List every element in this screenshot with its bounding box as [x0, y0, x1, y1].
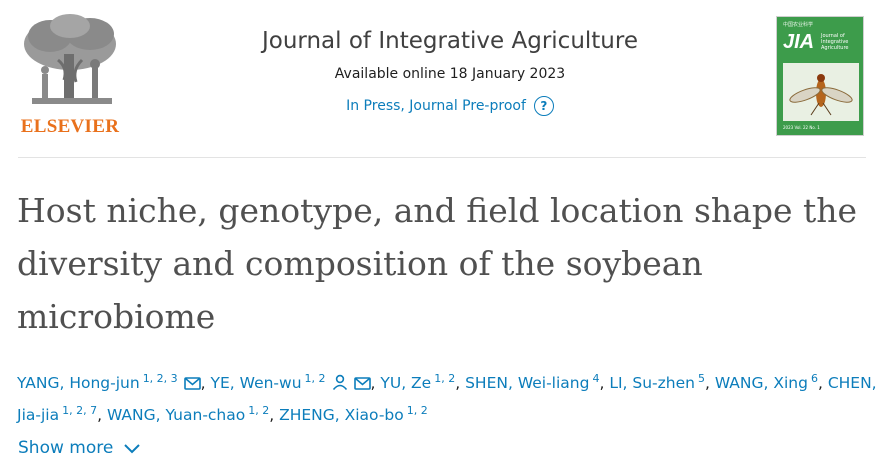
author-affiliation-marks: 1, 2: [304, 372, 326, 385]
author-link[interactable]: WANG, Yuan-chao 1, 2: [106, 404, 270, 424]
author-name: WANG, Yuan-chao: [106, 406, 246, 424]
cover-chinese-title: 中国农业科学: [783, 22, 814, 28]
author-affiliation-marks: 1, 2: [248, 404, 270, 417]
author-list: YANG, Hong-jun 1, 2, 3, YE, Wen-wu 1, 2, Y…: [17, 366, 877, 428]
email-icon[interactable]: [183, 372, 201, 398]
email-icon[interactable]: [353, 372, 371, 398]
author-name: SHEN, Wei-liang: [465, 374, 590, 392]
author-separator: ,: [370, 374, 381, 392]
author-name: ZHENG, Xiao-bo: [279, 406, 404, 424]
elsevier-tree-icon: [24, 14, 116, 104]
author-affiliation-marks: 1, 2, 3: [142, 372, 178, 385]
author-separator: ,: [97, 406, 107, 424]
article-status-label: In Press, Journal Pre-proof: [346, 98, 526, 114]
author-affiliation-marks: 5: [697, 372, 705, 385]
author-link[interactable]: YE, Wen-wu 1, 2: [210, 372, 371, 392]
author-affiliation-marks: 6: [810, 372, 818, 385]
author-separator: ,: [455, 374, 466, 392]
fly-icon: [789, 74, 853, 116]
cover-journal-name: Journal of Integrative Agriculture: [821, 33, 849, 51]
author-name: YE, Wen-wu: [210, 374, 302, 392]
cover-insect-image: [783, 63, 859, 121]
author-separator: ,: [599, 374, 610, 392]
author-separator: ,: [817, 374, 828, 392]
author-link[interactable]: WANG, Xing 6: [714, 372, 818, 392]
author-affiliation-marks: 1, 2: [434, 372, 456, 385]
author-name: YU, Ze: [380, 374, 432, 392]
author-name: YANG, Hong-jun: [17, 374, 140, 392]
show-more-label: Show more: [18, 438, 114, 458]
article-header: ELSEVIER Journal of Integrative Agricult…: [0, 0, 887, 160]
show-more-button[interactable]: Show more: [18, 438, 141, 458]
article-status-link[interactable]: In Press, Journal Pre-proof ?: [346, 96, 554, 116]
author-name: LI, Su-zhen: [609, 374, 695, 392]
person-icon[interactable]: [332, 372, 348, 398]
author-link[interactable]: SHEN, Wei-liang 4: [465, 372, 599, 392]
help-icon[interactable]: ?: [533, 96, 554, 116]
available-online-date: Available online 18 January 2023: [334, 66, 566, 82]
author-affiliation-marks: 1, 2: [406, 404, 428, 417]
author-link[interactable]: LI, Su-zhen 5: [609, 372, 705, 392]
journal-title-link[interactable]: Journal of Integrative Agriculture: [200, 28, 700, 54]
author-name: WANG, Xing: [714, 374, 808, 392]
author-affiliation-marks: 1, 2, 7: [62, 404, 98, 417]
journal-info: Journal of Integrative Agriculture Avail…: [200, 28, 700, 116]
chevron-down-icon: [124, 444, 141, 454]
cover-issue-info: 2023 Vol. 22 No. 1: [783, 125, 820, 130]
journal-cover-image[interactable]: 中国农业科学 JIA Journal of Integrative Agricu…: [776, 16, 864, 136]
author-separator: ,: [200, 374, 211, 392]
elsevier-wordmark: ELSEVIER: [20, 116, 120, 137]
author-link[interactable]: YU, Ze 1, 2: [380, 372, 456, 392]
author-link[interactable]: YANG, Hong-jun 1, 2, 3: [17, 372, 201, 392]
cover-abbrev: JIA: [783, 31, 815, 53]
elsevier-logo[interactable]: ELSEVIER: [12, 10, 128, 138]
header-divider: [18, 157, 866, 158]
author-link[interactable]: ZHENG, Xiao-bo 1, 2: [279, 404, 428, 424]
article-title: Host niche, genotype, and field location…: [17, 191, 858, 336]
author-separator: ,: [704, 374, 715, 392]
author-separator: ,: [269, 406, 280, 424]
